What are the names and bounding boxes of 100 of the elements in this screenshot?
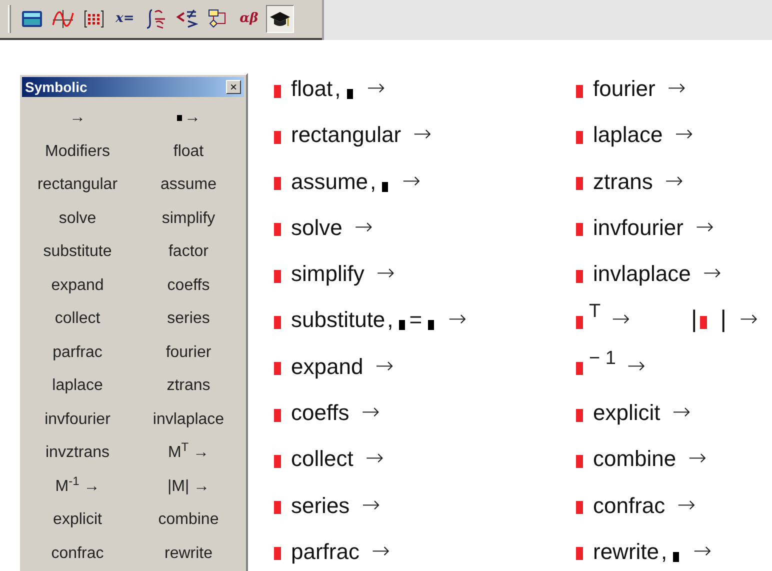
expression-text: invfourier bbox=[593, 214, 684, 242]
evaluation-icon: x= bbox=[116, 9, 134, 29]
arrow-symbol: → bbox=[402, 168, 421, 196]
placeholder-marker bbox=[576, 223, 583, 236]
palette-button-label: factor bbox=[168, 242, 208, 262]
expression-text: combine bbox=[593, 445, 676, 474]
palette-button[interactable]: invfourier bbox=[22, 404, 133, 435]
palette-button-label: M$^{-1}$ → bbox=[55, 474, 100, 497]
arrow-symbol: → bbox=[365, 445, 384, 474]
palette-button[interactable]: M$^{T}$ → bbox=[133, 438, 244, 468]
arrow-symbol: → bbox=[664, 168, 684, 196]
palette-button-label: Modifiers bbox=[45, 142, 110, 162]
slot-marker bbox=[673, 552, 680, 562]
palette-button[interactable]: float bbox=[133, 136, 244, 167]
placeholder-marker bbox=[576, 362, 583, 376]
palette-button-label: assume bbox=[160, 175, 217, 196]
expression-text: | bbox=[691, 306, 698, 334]
calculator-icon bbox=[21, 10, 43, 28]
palette-button[interactable]: → bbox=[22, 103, 133, 134]
palette-button-label: laplace bbox=[52, 376, 103, 396]
slot-marker bbox=[346, 89, 353, 99]
toolbar-button[interactable]: αβ bbox=[235, 5, 263, 33]
palette-button-label: → bbox=[184, 108, 200, 128]
palette-button[interactable]: collect bbox=[22, 304, 133, 334]
placeholder-marker bbox=[576, 454, 583, 468]
palette-button[interactable]: invztrans bbox=[22, 438, 133, 468]
palette-button[interactable]: rectangular bbox=[22, 170, 133, 200]
palette-button-label: ztrans bbox=[166, 376, 210, 396]
palette-button[interactable]: M$^{-1}$ → bbox=[22, 472, 133, 502]
palette-button[interactable]: assume bbox=[133, 170, 244, 200]
expression-text: invlaplace bbox=[593, 260, 691, 288]
arrow-symbol: → bbox=[626, 352, 646, 381]
palette-button[interactable]: rewrite bbox=[133, 538, 244, 569]
palette-button[interactable]: confrac bbox=[22, 538, 133, 569]
placeholder-marker bbox=[274, 130, 281, 144]
arrow-symbol: → bbox=[354, 214, 373, 242]
expression-text: substitute bbox=[291, 306, 386, 334]
palette-button-label: → bbox=[70, 108, 86, 128]
close-button[interactable]: × bbox=[226, 80, 241, 94]
arrow-symbol: → bbox=[693, 538, 712, 566]
palette-button-label: confrac bbox=[51, 544, 104, 564]
toolbar-button[interactable]: x= bbox=[111, 5, 139, 33]
expression-text: explicit bbox=[593, 399, 660, 428]
slot-marker bbox=[428, 320, 434, 330]
matrix-icon bbox=[83, 9, 105, 29]
arrow-symbol: → bbox=[740, 306, 758, 334]
palette-button[interactable]: combine bbox=[133, 505, 244, 536]
palette-button[interactable]: ztrans bbox=[133, 371, 244, 402]
palette-button[interactable]: expand bbox=[22, 270, 133, 301]
arrow-symbol: → bbox=[688, 445, 707, 474]
palette-button[interactable]: parfrac bbox=[22, 338, 133, 368]
palette-button[interactable]: explicit bbox=[22, 505, 133, 536]
palette-button-label: rectangular bbox=[37, 175, 118, 196]
palette-button[interactable]: coeffs bbox=[133, 270, 244, 301]
palette-button-label: collect bbox=[54, 309, 100, 330]
placeholder-marker bbox=[274, 362, 281, 376]
expression-text: , bbox=[370, 168, 376, 196]
palette-button[interactable]: substitute bbox=[22, 237, 133, 268]
arrow-symbol: → bbox=[371, 538, 390, 566]
palette-button-label: expand bbox=[51, 276, 104, 296]
graph-icon bbox=[52, 9, 74, 29]
arrow-symbol: → bbox=[612, 306, 630, 334]
arrow-symbol: → bbox=[361, 399, 380, 428]
palette-button[interactable]: → bbox=[133, 103, 244, 134]
palette-button[interactable]: solve bbox=[22, 204, 133, 234]
arrow-symbol: → bbox=[674, 121, 694, 150]
exponent-text: − 1 bbox=[589, 348, 616, 369]
expression-text: ztrans bbox=[593, 168, 653, 196]
palette-title: Symbolic bbox=[25, 78, 88, 97]
arrow-symbol: → bbox=[448, 306, 467, 334]
palette-button[interactable]: simplify bbox=[133, 204, 244, 234]
palette-button[interactable]: invlaplace bbox=[133, 404, 244, 435]
palette-button[interactable]: series bbox=[133, 304, 244, 334]
palette-button[interactable]: |M| → bbox=[133, 472, 244, 502]
palette-button-label: invztrans bbox=[45, 443, 110, 464]
palette-button[interactable]: laplace bbox=[22, 371, 133, 402]
slot-marker bbox=[399, 320, 406, 330]
placeholder-marker bbox=[274, 547, 281, 560]
toolbar-button[interactable] bbox=[266, 5, 294, 33]
palette-button-label: fourier bbox=[166, 342, 212, 363]
placeholder-marker bbox=[576, 547, 583, 560]
expression-text: | bbox=[720, 306, 727, 334]
calculus-icon bbox=[145, 8, 167, 30]
palette-button-label: invlaplace bbox=[152, 410, 224, 430]
palette-button-label: explicit bbox=[53, 510, 102, 530]
expression-text: rectangular bbox=[291, 121, 402, 150]
arrow-symbol: → bbox=[667, 75, 686, 103]
arrow-symbol: → bbox=[366, 75, 386, 103]
placeholder-marker bbox=[576, 130, 583, 144]
expression-text: fourier bbox=[593, 75, 656, 103]
placeholder-marker bbox=[576, 270, 583, 283]
expression-text: simplify bbox=[291, 260, 364, 288]
placeholder-marker bbox=[274, 223, 281, 236]
palette-button[interactable]: Modifiers bbox=[22, 136, 133, 167]
expression-text: collect bbox=[291, 445, 354, 474]
slot-marker bbox=[382, 182, 388, 192]
greek-symbols-icon: αβ bbox=[240, 9, 258, 29]
arrow-symbol: → bbox=[413, 121, 432, 150]
palette-button[interactable]: fourier bbox=[133, 338, 244, 368]
palette-button[interactable]: factor bbox=[133, 237, 244, 268]
